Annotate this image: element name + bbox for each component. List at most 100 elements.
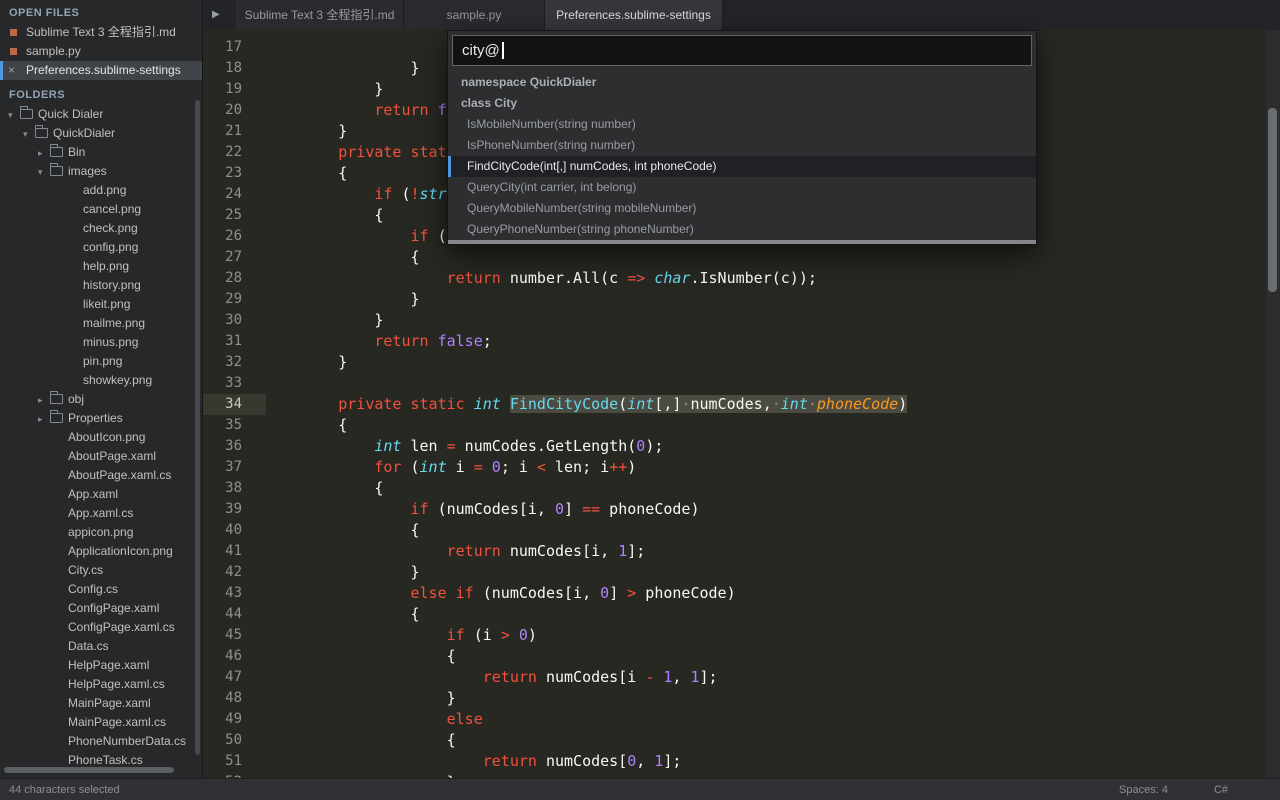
tree-item-file[interactable]: ConfigPage.xaml: [0, 599, 202, 618]
tree-item-file[interactable]: App.xaml.cs: [0, 504, 202, 523]
code-line[interactable]: 30 }: [203, 310, 907, 331]
symbol-item[interactable]: IsMobileNumber(string number): [448, 114, 1036, 135]
expand-icon[interactable]: ▸: [38, 144, 50, 162]
code-line[interactable]: 31 return false;: [203, 331, 907, 352]
tab[interactable]: Sublime Text 3 全程指引.md: [236, 0, 404, 30]
expand-icon[interactable]: ▸: [38, 410, 50, 428]
tree-item-file[interactable]: showkey.png: [0, 371, 202, 390]
code-line[interactable]: 43 else if (numCodes[i, 0] > phoneCode): [203, 583, 907, 604]
code-line[interactable]: 51 return numCodes[0, 1];: [203, 751, 907, 772]
code-line[interactable]: 46 {: [203, 646, 907, 667]
tab[interactable]: Preferences.sublime-settings: [545, 0, 723, 30]
tree-item-folder[interactable]: ▸obj: [0, 390, 202, 409]
collapse-icon[interactable]: ▾: [8, 106, 20, 124]
overlay-resize-grip[interactable]: [448, 240, 1036, 244]
tree-item-folder[interactable]: ▾QuickDialer: [0, 124, 202, 143]
tree-item-file[interactable]: cancel.png: [0, 200, 202, 219]
code-line[interactable]: 27 {: [203, 247, 907, 268]
code-line[interactable]: 40 {: [203, 520, 907, 541]
code-line[interactable]: 44 {: [203, 604, 907, 625]
tree-item-file[interactable]: appicon.png: [0, 523, 202, 542]
code-line[interactable]: 47 return numCodes[i - 1, 1];: [203, 667, 907, 688]
tree-item-file[interactable]: PhoneNumberData.cs: [0, 732, 202, 751]
tree-item-file[interactable]: Config.cs: [0, 580, 202, 599]
symbol-item[interactable]: namespace QuickDialer: [448, 72, 1036, 93]
code-line[interactable]: 34 private static int FindCityCode(int[,…: [203, 394, 907, 415]
tree-item-label: minus.png: [83, 335, 138, 349]
tree-item-label: ApplicationIcon.png: [68, 544, 173, 558]
modified-file-icon: [10, 48, 17, 55]
collapse-icon[interactable]: ▾: [38, 163, 50, 181]
tree-item-file[interactable]: Data.cs: [0, 637, 202, 656]
folder-icon: [50, 147, 63, 157]
code-line[interactable]: 45 if (i > 0): [203, 625, 907, 646]
open-file-item[interactable]: ×Preferences.sublime-settings: [0, 61, 202, 80]
symbol-item[interactable]: QueryMobileNumber(string mobileNumber): [448, 198, 1036, 219]
tree-item-label: AboutPage.xaml: [68, 449, 156, 463]
tree-item-file[interactable]: pin.png: [0, 352, 202, 371]
editor-scrollbar-thumb[interactable]: [1268, 108, 1277, 292]
code-line[interactable]: 29 }: [203, 289, 907, 310]
code-line[interactable]: 38 {: [203, 478, 907, 499]
line-number: 48: [203, 688, 266, 709]
code-line[interactable]: 36 int len = numCodes.GetLength(0);: [203, 436, 907, 457]
tree-item-file[interactable]: ApplicationIcon.png: [0, 542, 202, 561]
code-line[interactable]: 33: [203, 373, 907, 394]
syntax-status[interactable]: C#: [1214, 784, 1228, 796]
tree-item-file[interactable]: ConfigPage.xaml.cs: [0, 618, 202, 637]
tree-item-file[interactable]: likeit.png: [0, 295, 202, 314]
tree-item-file[interactable]: App.xaml: [0, 485, 202, 504]
tree-item-file[interactable]: AboutPage.xaml: [0, 447, 202, 466]
code-line[interactable]: 35 {: [203, 415, 907, 436]
tree-item-file[interactable]: minus.png: [0, 333, 202, 352]
sidebar-vertical-scrollbar-thumb[interactable]: [195, 100, 200, 755]
symbol-item[interactable]: QueryPhoneNumber(string phoneNumber): [448, 219, 1036, 240]
sidebar-horizontal-scrollbar-thumb[interactable]: [4, 767, 174, 773]
tree-item-file[interactable]: HelpPage.xaml: [0, 656, 202, 675]
tree-item-label: PhoneNumberData.cs: [68, 734, 186, 748]
collapse-icon[interactable]: ▾: [23, 125, 35, 143]
tree-item-file[interactable]: City.cs: [0, 561, 202, 580]
tree-item-label: check.png: [83, 221, 138, 235]
code-line[interactable]: 32 }: [203, 352, 907, 373]
expand-icon[interactable]: ▸: [38, 391, 50, 409]
tree-item-file[interactable]: check.png: [0, 219, 202, 238]
symbol-item[interactable]: FindCityCode(int[,] numCodes, int phoneC…: [448, 156, 1036, 177]
tree-item-file[interactable]: AboutIcon.png: [0, 428, 202, 447]
open-file-item[interactable]: Sublime Text 3 全程指引.md: [0, 23, 202, 42]
tab-overflow-icon[interactable]: ▶: [212, 9, 220, 20]
symbol-label: IsMobileNumber(string number): [467, 117, 636, 131]
tree-item-folder[interactable]: ▸Bin: [0, 143, 202, 162]
tab[interactable]: sample.py: [404, 0, 545, 30]
symbol-item[interactable]: QueryCity(int carrier, int belong): [448, 177, 1036, 198]
tree-item-folder[interactable]: ▾Quick Dialer: [0, 105, 202, 124]
tree-item-file[interactable]: MainPage.xaml.cs: [0, 713, 202, 732]
tree-item-file[interactable]: help.png: [0, 257, 202, 276]
symbol-item[interactable]: IsPhoneNumber(string number): [448, 135, 1036, 156]
code-line[interactable]: 42 }: [203, 562, 907, 583]
goto-anything-input[interactable]: city@: [452, 35, 1032, 66]
tree-item-file[interactable]: AboutPage.xaml.cs: [0, 466, 202, 485]
code-line[interactable]: 50 {: [203, 730, 907, 751]
code-line[interactable]: 49 else: [203, 709, 907, 730]
code-text: {: [266, 479, 383, 497]
editor-scrollbar-track[interactable]: [1266, 30, 1280, 778]
code-line[interactable]: 37 for (int i = 0; i < len; i++): [203, 457, 907, 478]
code-line[interactable]: 39 if (numCodes[i, 0] == phoneCode): [203, 499, 907, 520]
indentation-status[interactable]: Spaces: 4: [1119, 784, 1168, 796]
code-line[interactable]: 48 }: [203, 688, 907, 709]
close-icon[interactable]: ×: [8, 61, 15, 80]
tree-item-file[interactable]: HelpPage.xaml.cs: [0, 675, 202, 694]
tree-item-file[interactable]: MainPage.xaml: [0, 694, 202, 713]
code-line[interactable]: 28 return number.All(c => char.IsNumber(…: [203, 268, 907, 289]
tree-item-file[interactable]: add.png: [0, 181, 202, 200]
open-file-item[interactable]: sample.py: [0, 42, 202, 61]
tree-item-file[interactable]: config.png: [0, 238, 202, 257]
tree-item-folder[interactable]: ▾images: [0, 162, 202, 181]
tree-item-file[interactable]: mailme.png: [0, 314, 202, 333]
tree-item-folder[interactable]: ▸Properties: [0, 409, 202, 428]
tree-item-file[interactable]: history.png: [0, 276, 202, 295]
symbol-item[interactable]: class City: [448, 93, 1036, 114]
line-number: 42: [203, 562, 266, 583]
code-line[interactable]: 41 return numCodes[i, 1];: [203, 541, 907, 562]
